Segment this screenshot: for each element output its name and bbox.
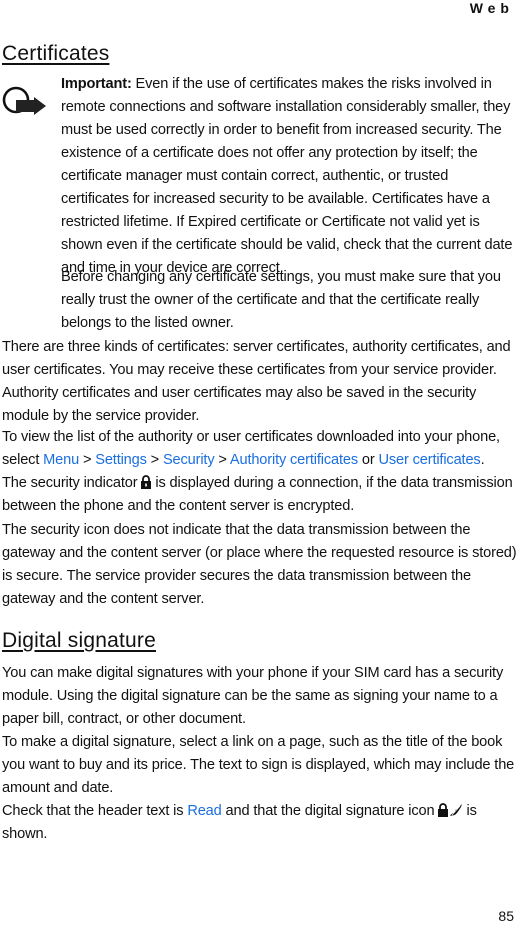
separator: > bbox=[79, 452, 96, 468]
text: or bbox=[358, 452, 379, 468]
important-note-text: Important: Even if the use of certificat… bbox=[61, 73, 518, 280]
separator: > bbox=[214, 452, 230, 468]
page-number: 85 bbox=[498, 908, 514, 924]
security-link[interactable]: Security bbox=[163, 452, 215, 468]
section-title-digital-signature: Digital signature bbox=[2, 629, 156, 652]
paragraph-make-signature: To make a digital signature, select a li… bbox=[2, 734, 515, 796]
user-certificates-link[interactable]: User certificates bbox=[379, 452, 481, 468]
separator: > bbox=[146, 452, 163, 468]
settings-link[interactable]: Settings bbox=[95, 452, 147, 468]
digital-signature-icon bbox=[438, 803, 463, 817]
paragraph-view-certificates: To view the list of the authority or use… bbox=[2, 426, 518, 472]
read-header-text: Read bbox=[187, 803, 222, 819]
text: Check that the header text is bbox=[2, 803, 188, 819]
running-header: Web bbox=[469, 0, 514, 16]
important-note-body: Even if the use of certificates makes th… bbox=[61, 76, 513, 276]
paragraph-security-indicator: The security indicator is displayed durin… bbox=[2, 472, 518, 518]
paragraph-digital-signature-intro: You can make digital signatures with you… bbox=[2, 665, 504, 727]
authority-certificates-link[interactable]: Authority certificates bbox=[230, 452, 358, 468]
paragraph-security-icon: The security icon does not indicate that… bbox=[2, 522, 517, 607]
important-note-text-2: Before changing any certificate settings… bbox=[61, 269, 501, 331]
section-title-certificates: Certificates bbox=[2, 42, 110, 65]
text: . bbox=[480, 452, 485, 468]
lock-icon bbox=[141, 475, 152, 489]
paragraph-check-header: Check that the header text is Read and t… bbox=[2, 800, 518, 846]
menu-link[interactable]: Menu bbox=[43, 452, 79, 468]
important-label: Important: bbox=[61, 76, 132, 92]
text: The security indicator bbox=[2, 475, 138, 491]
paragraph-certificate-kinds: There are three kinds of certificates: s… bbox=[2, 339, 511, 424]
text: and that the digital signature icon bbox=[221, 803, 435, 819]
important-note-icon bbox=[2, 86, 46, 115]
